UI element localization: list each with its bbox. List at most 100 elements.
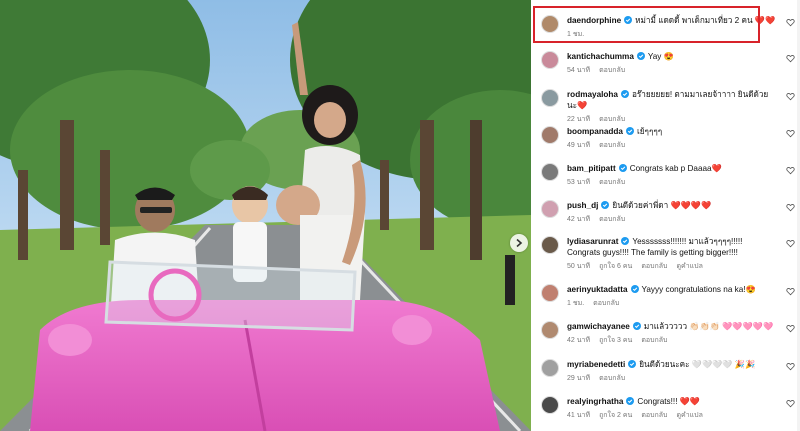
comment-username[interactable]: boompanadda <box>567 127 623 136</box>
comment-meta: 54 นาที ตอบกลับ <box>567 65 777 76</box>
comment-likes[interactable]: ถูกใจ 2 คน <box>599 412 632 419</box>
avatar[interactable] <box>541 126 559 144</box>
verified-badge-icon <box>636 52 645 60</box>
comment-username[interactable]: bam_pitipatt <box>567 164 616 173</box>
like-heart-icon[interactable] <box>786 166 795 175</box>
reply-button[interactable]: ตอบกลับ <box>599 179 625 186</box>
comment-body: myriabenedetti ยินดีด้วยนะคะ 🤍🤍🤍🤍 🎉🎉 29 น… <box>567 359 777 384</box>
comment-username[interactable]: realyingrhatha <box>567 397 623 406</box>
avatar[interactable] <box>541 321 559 339</box>
reply-button[interactable]: ตอบกลับ <box>641 412 667 419</box>
comment-meta: 42 นาที ถูกใจ 3 คน ตอบกลับ <box>567 335 777 346</box>
avatar[interactable] <box>541 51 559 69</box>
comment-body: gamwichayanee มาแล้ววววว 👏🏻👏🏻👏🏻 🩷🩷🩷🩷🩷 42 … <box>567 321 777 346</box>
comment-meta: 22 นาที ตอบกลับ <box>567 114 777 125</box>
comment-text: มาแล้ววววว 👏🏻👏🏻👏🏻 🩷🩷🩷🩷🩷 <box>643 322 774 331</box>
comment-body: realyingrhatha Congrats!!! ❤️❤️ 41 นาที ถู… <box>567 396 777 421</box>
comment-body: lydiasarunrat Yesssssss!!!!!!! มาแล้วๆๆๆๆ… <box>567 236 777 272</box>
comment-likes[interactable]: ถูกใจ 3 คน <box>599 337 632 344</box>
like-heart-icon[interactable] <box>786 203 795 212</box>
like-heart-icon[interactable] <box>786 324 795 333</box>
comment-time[interactable]: 22 นาที <box>567 116 590 123</box>
chevron-right-icon <box>516 238 523 248</box>
comments-panel[interactable]: daendorphine หม่ามี้ แดดดี้ พาเด็กมาเที่ย… <box>531 0 800 431</box>
comment-body: aerinyuktadatta Yayyy congratulations na … <box>567 284 777 309</box>
reply-button[interactable]: ตอบกลับ <box>593 300 619 307</box>
like-heart-icon[interactable] <box>786 362 795 371</box>
carousel-next-button[interactable] <box>510 234 528 252</box>
comment-time[interactable]: 29 นาที <box>567 375 590 382</box>
comment-text: ยินดีด้วยค่าพี่ดา ❤️❤️❤️❤️ <box>612 201 712 210</box>
comment-body: push_dj ยินดีด้วยค่าพี่ดา ❤️❤️❤️❤️ 42 นาท… <box>567 200 777 225</box>
comment-body: boompanadda เย้ๆๆๆๆ 49 นาที ตอบกลับ <box>567 126 777 151</box>
avatar[interactable] <box>541 284 559 302</box>
comment-time[interactable]: 1 ชม. <box>567 31 584 38</box>
comment-text: Congrats kab p Daaaa❤️ <box>629 164 722 173</box>
comment-time[interactable]: 42 นาที <box>567 216 590 223</box>
verified-badge-icon <box>628 360 637 368</box>
avatar[interactable] <box>541 163 559 181</box>
comment-time[interactable]: 49 นาที <box>567 142 590 149</box>
reply-button[interactable]: ตอบกลับ <box>599 216 625 223</box>
post-photo[interactable] <box>0 0 531 431</box>
like-heart-icon[interactable] <box>786 287 795 296</box>
comment-meta: 53 นาที ตอบกลับ <box>567 177 777 188</box>
comment-username[interactable]: aerinyuktadatta <box>567 285 628 294</box>
comment-text: Yay 😍 <box>647 52 674 61</box>
comment-username[interactable]: kantichachumma <box>567 52 634 61</box>
comment-likes[interactable]: ถูกใจ 6 คน <box>599 263 632 270</box>
comment-username[interactable]: daendorphine <box>567 16 621 25</box>
comment-time[interactable]: 42 นาที <box>567 337 590 344</box>
like-heart-icon[interactable] <box>786 129 795 138</box>
comment-meta: 29 นาที ตอบกลับ <box>567 373 777 384</box>
verified-badge-icon <box>625 127 634 135</box>
comment-username[interactable]: myriabenedetti <box>567 360 625 369</box>
comment-meta: 1 ชม. <box>567 29 777 40</box>
comment-time[interactable]: 54 นาที <box>567 67 590 74</box>
comment-text: หม่ามี้ แดดดี้ พาเด็กมาเที่ยว 2 คน ❤️❤️ <box>635 16 776 25</box>
verified-badge-icon <box>626 397 635 405</box>
like-heart-icon[interactable] <box>786 399 795 408</box>
comment-username[interactable]: rodmayaloha <box>567 90 618 99</box>
comment-username[interactable]: lydiasarunrat <box>567 237 618 246</box>
avatar[interactable] <box>541 396 559 414</box>
like-heart-icon[interactable] <box>786 54 795 63</box>
comment-body: kantichachumma Yay 😍 54 นาที ตอบกลับ <box>567 51 777 76</box>
verified-badge-icon <box>621 237 630 245</box>
avatar[interactable] <box>541 359 559 377</box>
avatar[interactable] <box>541 236 559 254</box>
comment-meta: 41 นาที ถูกใจ 2 คน ตอบกลับ ดูคำแปล <box>567 410 777 421</box>
avatar[interactable] <box>541 15 559 33</box>
reply-button[interactable]: ตอบกลับ <box>599 375 625 382</box>
comment-time[interactable]: 1 ชม. <box>567 300 584 307</box>
comment-text: Congrats!!! ❤️❤️ <box>637 397 701 406</box>
like-heart-icon[interactable] <box>786 239 795 248</box>
see-translation-button[interactable]: ดูคำแปล <box>676 263 702 270</box>
comment-body: bam_pitipatt Congrats kab p Daaaa❤️ 53 นา… <box>567 163 777 188</box>
comment-meta: 42 นาที ตอบกลับ <box>567 214 777 225</box>
avatar[interactable] <box>541 200 559 218</box>
comment-meta: 1 ชม. ตอบกลับ <box>567 298 777 309</box>
like-heart-icon[interactable] <box>786 92 795 101</box>
comment-meta: 49 นาที ตอบกลับ <box>567 140 777 151</box>
verified-badge-icon <box>601 201 610 209</box>
avatar[interactable] <box>541 89 559 107</box>
comment-text: เย้ๆๆๆๆ <box>636 127 663 136</box>
comment-text: Yayyy congratulations na ka!😍 <box>641 285 756 294</box>
reply-button[interactable]: ตอบกลับ <box>599 142 625 149</box>
reply-button[interactable]: ตอบกลับ <box>599 116 625 123</box>
reply-button[interactable]: ตอบกลับ <box>641 263 667 270</box>
verified-badge-icon <box>630 285 639 293</box>
reply-button[interactable]: ตอบกลับ <box>599 67 625 74</box>
verified-badge-icon <box>618 164 627 172</box>
like-heart-icon[interactable] <box>786 18 795 27</box>
comment-time[interactable]: 53 นาที <box>567 179 590 186</box>
comment-username[interactable]: push_dj <box>567 201 598 210</box>
comment-time[interactable]: 41 นาที <box>567 412 590 419</box>
comment-username[interactable]: gamwichayanee <box>567 322 630 331</box>
comment-time[interactable]: 50 นาที <box>567 263 590 270</box>
reply-button[interactable]: ตอบกลับ <box>641 337 667 344</box>
comment-body: daendorphine หม่ามี้ แดดดี้ พาเด็กมาเที่ย… <box>567 15 777 40</box>
comment-text: ยินดีด้วยนะคะ 🤍🤍🤍🤍 🎉🎉 <box>639 360 756 369</box>
see-translation-button[interactable]: ดูคำแปล <box>676 412 702 419</box>
